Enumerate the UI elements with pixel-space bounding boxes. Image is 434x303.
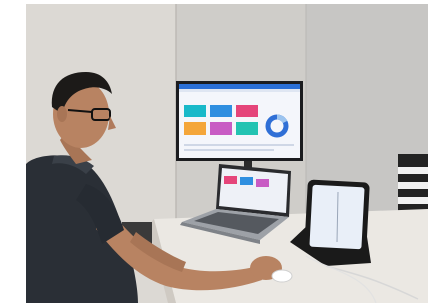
photo-frame: [0, 0, 434, 303]
wall-monitor: [176, 81, 303, 161]
mouse: [271, 269, 293, 283]
scene-illustration: [26, 4, 428, 303]
office-scene: [26, 4, 428, 303]
